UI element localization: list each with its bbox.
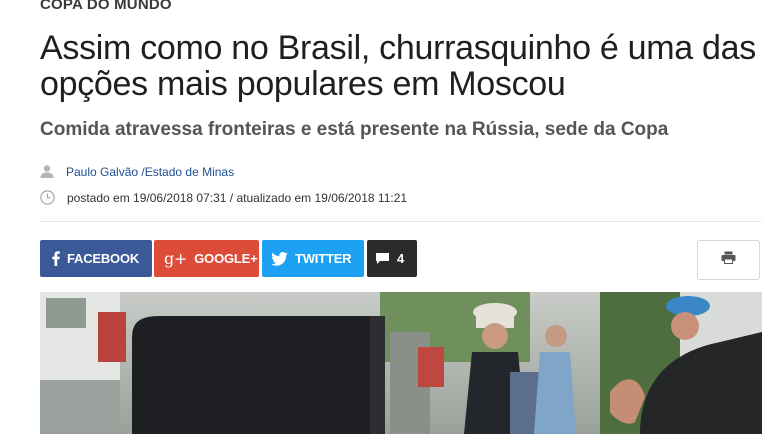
facebook-icon <box>52 251 60 266</box>
googleplus-label: GOOGLE+ <box>194 251 258 266</box>
author-line: Paulo Galvão /Estado de Minas <box>40 165 234 179</box>
twitter-label: TWITTER <box>295 251 352 266</box>
publish-dates: postado em 19/06/2018 07:31 / atualizado… <box>40 190 407 206</box>
section-label[interactable]: COPA DO MUNDO <box>40 0 172 13</box>
article-photo <box>40 292 762 434</box>
dates-text: postado em 19/06/2018 07:31 / atualizado… <box>67 191 408 205</box>
comments-button[interactable]: 4 <box>367 240 417 277</box>
googleplus-icon: g+ <box>164 249 188 268</box>
comment-icon <box>375 252 390 265</box>
article-subtitle: Comida atravessa fronteiras e está prese… <box>40 119 669 140</box>
clock-icon <box>40 190 56 206</box>
article-title: Assim como no Brasil, churrasquinho é um… <box>40 29 756 103</box>
author-link[interactable]: Paulo Galvão /Estado de Minas <box>66 165 234 179</box>
print-icon <box>721 251 736 269</box>
facebook-label: FACEBOOK <box>67 251 140 266</box>
divider <box>40 221 762 222</box>
facebook-share-button[interactable]: FACEBOOK <box>40 240 152 277</box>
print-button[interactable] <box>697 240 760 280</box>
twitter-share-button[interactable]: TWITTER <box>262 240 364 277</box>
comments-count: 4 <box>397 251 405 266</box>
twitter-icon <box>271 251 288 266</box>
user-icon <box>40 165 56 179</box>
googleplus-share-button[interactable]: g+ GOOGLE+ <box>154 240 259 277</box>
